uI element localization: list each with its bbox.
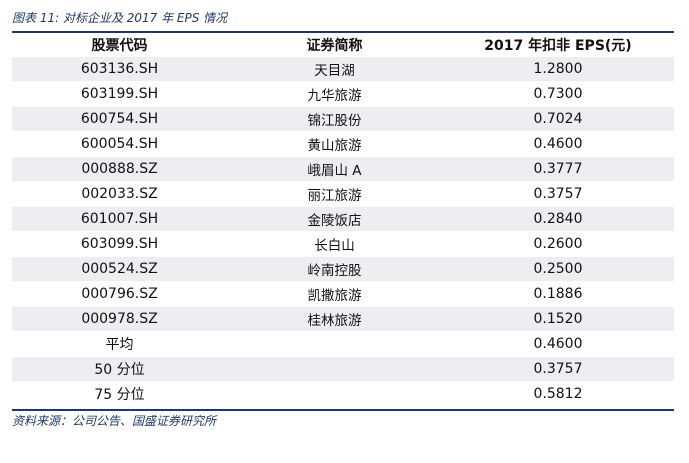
- table-row-average: 平均 0.4600: [12, 332, 674, 357]
- cell-eps: 0.2600: [442, 232, 674, 257]
- table-row: 000888.SZ 峨眉山 A 0.3777: [12, 157, 674, 182]
- cell-eps: 0.2840: [442, 207, 674, 232]
- cell-eps: 0.3757: [442, 182, 674, 207]
- table-row-median: 50 分位 0.3757: [12, 357, 674, 382]
- cell-code: 000524.SZ: [12, 257, 227, 282]
- cell-eps: 0.3757: [442, 357, 674, 382]
- table-row: 002033.SZ 丽江旅游 0.3757: [12, 182, 674, 207]
- table-row: 603199.SH 九华旅游 0.7300: [12, 82, 674, 107]
- cell-code: 75 分位: [12, 382, 227, 407]
- cell-eps: 1.2800: [442, 57, 674, 82]
- cell-eps: 0.7300: [442, 82, 674, 107]
- cell-name: 天目湖: [227, 57, 442, 82]
- cell-code: 600054.SH: [12, 132, 227, 157]
- table-row: 000796.SZ 凯撒旅游 0.1886: [12, 282, 674, 307]
- cell-code: 600754.SH: [12, 107, 227, 132]
- source-note: 资料来源：公司公告、国盛证券研究所: [12, 414, 217, 428]
- cell-name: 峨眉山 A: [227, 157, 442, 182]
- cell-name: 岭南控股: [227, 257, 442, 282]
- cell-eps: 0.1520: [442, 307, 674, 332]
- table-row: 600054.SH 黄山旅游 0.4600: [12, 132, 674, 157]
- cell-eps: 0.1886: [442, 282, 674, 307]
- cell-code: 平均: [12, 332, 227, 357]
- header-stock-code: 股票代码: [12, 34, 227, 57]
- cell-name: 黄山旅游: [227, 132, 442, 157]
- cell-name: [227, 332, 442, 357]
- cell-eps: 0.5812: [442, 382, 674, 407]
- cell-code: 002033.SZ: [12, 182, 227, 207]
- table-row: 603099.SH 长白山 0.2600: [12, 232, 674, 257]
- cell-name: [227, 357, 442, 382]
- cell-name: 丽江旅游: [227, 182, 442, 207]
- top-rule: [12, 31, 674, 33]
- table-row: 600754.SH 锦江股份 0.7024: [12, 107, 674, 132]
- cell-code: 601007.SH: [12, 207, 227, 232]
- cell-name: 九华旅游: [227, 82, 442, 107]
- cell-eps: 0.3777: [442, 157, 674, 182]
- cell-code: 50 分位: [12, 357, 227, 382]
- cell-code: 603099.SH: [12, 232, 227, 257]
- table-header-row: 股票代码 证券简称 2017 年扣非 EPS(元): [12, 34, 674, 57]
- cell-name: 长白山: [227, 232, 442, 257]
- bottom-rule: [12, 409, 674, 411]
- header-security-name: 证券简称: [227, 34, 442, 57]
- cell-code: 000888.SZ: [12, 157, 227, 182]
- table-row: 603136.SH 天目湖 1.2800: [12, 57, 674, 82]
- cell-name: 桂林旅游: [227, 307, 442, 332]
- figure-title: 图表 11: 对标企业及 2017 年 EPS 情况: [12, 11, 228, 25]
- cell-name: 凯撒旅游: [227, 282, 442, 307]
- cell-name: [227, 382, 442, 407]
- cell-eps: 0.2500: [442, 257, 674, 282]
- cell-code: 000796.SZ: [12, 282, 227, 307]
- cell-code: 603136.SH: [12, 57, 227, 82]
- cell-eps: 0.4600: [442, 132, 674, 157]
- cell-code: 000978.SZ: [12, 307, 227, 332]
- cell-name: 金陵饭店: [227, 207, 442, 232]
- header-eps: 2017 年扣非 EPS(元): [442, 34, 674, 57]
- table-row-75th-percentile: 75 分位 0.5812: [12, 382, 674, 407]
- eps-table: 股票代码 证券简称 2017 年扣非 EPS(元) 603136.SH 天目湖 …: [12, 34, 674, 407]
- table-row: 000978.SZ 桂林旅游 0.1520: [12, 307, 674, 332]
- cell-code: 603199.SH: [12, 82, 227, 107]
- cell-eps: 0.7024: [442, 107, 674, 132]
- cell-eps: 0.4600: [442, 332, 674, 357]
- table-row: 000524.SZ 岭南控股 0.2500: [12, 257, 674, 282]
- cell-name: 锦江股份: [227, 107, 442, 132]
- table-row: 601007.SH 金陵饭店 0.2840: [12, 207, 674, 232]
